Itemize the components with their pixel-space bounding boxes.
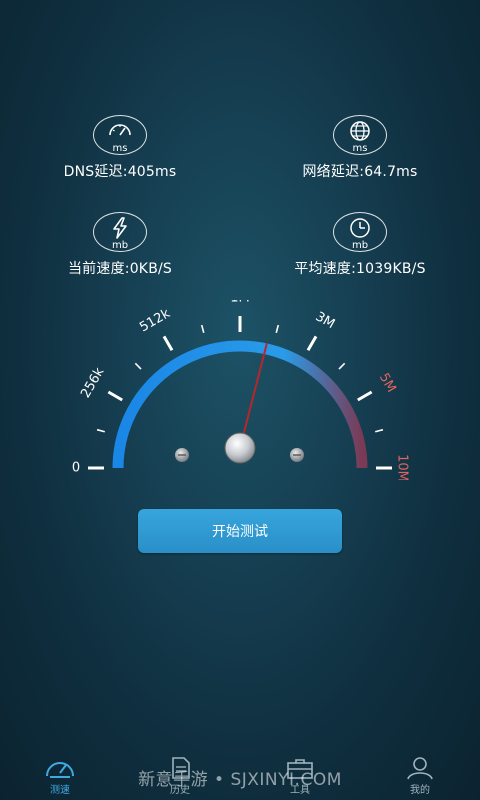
gauge-tick-label: 5M bbox=[376, 371, 399, 395]
dns-latency-unit: ms bbox=[112, 143, 128, 154]
dns-latency-label: DNS延迟:405ms bbox=[63, 164, 177, 180]
current-speed-stat: mb 当前速度:0KB/S bbox=[20, 212, 220, 278]
average-speed-badge: mb bbox=[333, 212, 387, 252]
gauge-minor-tick bbox=[338, 362, 346, 370]
network-latency-unit: ms bbox=[352, 143, 368, 154]
current-speed-badge: mb bbox=[93, 212, 147, 252]
network-latency-label: 网络延迟:64.7ms bbox=[302, 164, 418, 180]
network-latency-badge: ms bbox=[333, 115, 387, 155]
gauge-major-tick bbox=[107, 390, 123, 402]
gauge-needle bbox=[239, 343, 268, 449]
gauge-tick-label: 3M bbox=[313, 309, 337, 332]
gauge-major-tick bbox=[357, 390, 373, 402]
speedometer-icon bbox=[109, 124, 131, 136]
gauge-tick-label: 512k bbox=[137, 306, 173, 335]
left-screw bbox=[175, 448, 189, 462]
gauge-center-knob bbox=[224, 432, 256, 464]
dns-latency-badge: ms bbox=[93, 115, 147, 155]
network-latency-stat: ms 网络延迟:64.7ms bbox=[260, 115, 460, 181]
gauge-tick-label: 256k bbox=[78, 365, 107, 401]
current-speed-label: 当前速度:0KB/S bbox=[67, 261, 172, 277]
dns-latency-stat: ms DNS延迟:405ms bbox=[20, 115, 220, 181]
average-speed-unit: mb bbox=[351, 240, 369, 251]
gauge-minor-tick bbox=[134, 362, 142, 370]
speed-gauge: 0 256k 512k 1M 3M 5M 10M bbox=[72, 300, 410, 480]
gauge-tick-label: 0 bbox=[72, 461, 80, 476]
globe-icon bbox=[350, 121, 370, 141]
average-speed-stat: mb 平均速度:1039KB/S bbox=[260, 212, 460, 278]
clock-icon bbox=[350, 218, 370, 238]
current-speed-unit: mb bbox=[111, 240, 129, 251]
gauge-minor-tick bbox=[200, 324, 205, 333]
gauge-tick-label: 10M bbox=[395, 454, 410, 480]
gauge-major-tick bbox=[306, 335, 318, 351]
lightning-icon bbox=[113, 217, 127, 239]
gauge-minor-tick bbox=[375, 428, 384, 433]
watermark-text: 新意手游 • SJXINYI.COM bbox=[138, 770, 342, 790]
gauge-minor-tick bbox=[96, 428, 105, 433]
gauge-tick-label: 1M bbox=[230, 300, 250, 306]
start-test-button[interactable]: 开始测试 bbox=[138, 509, 342, 553]
average-speed-label: 平均速度:1039KB/S bbox=[294, 261, 426, 277]
gauge-major-tick bbox=[162, 335, 174, 351]
gauge-minor-tick bbox=[275, 324, 280, 333]
right-screw bbox=[290, 448, 304, 462]
